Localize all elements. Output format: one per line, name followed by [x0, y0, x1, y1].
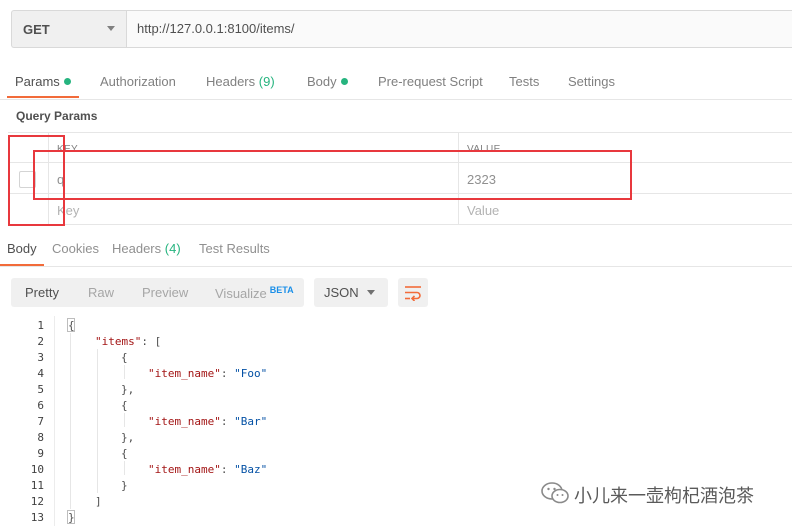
annotation-box-param-row	[33, 150, 632, 200]
wrap-lines-button[interactable]	[398, 278, 428, 307]
tab-body[interactable]: Body	[307, 74, 348, 89]
tab-tests[interactable]: Tests	[509, 74, 539, 89]
line-number: 13	[30, 511, 44, 524]
code-line: "item_name": "Foo"	[148, 367, 268, 380]
view-raw-button[interactable]: Raw	[88, 285, 114, 300]
line-number: 4	[37, 367, 44, 380]
query-params-title: Query Params	[16, 109, 98, 123]
gutter-border	[54, 316, 55, 526]
view-mode-group: Pretty Raw Preview Visualize BETA	[11, 278, 304, 307]
url-bar: GET http://127.0.0.1:8100/items/	[0, 0, 792, 60]
code-line: ]	[95, 495, 102, 508]
line-number: 9	[37, 447, 44, 460]
divider	[0, 99, 792, 100]
line-number: 11	[30, 479, 44, 492]
indent-guide	[124, 413, 125, 427]
tab-cookies[interactable]: Cookies	[52, 241, 99, 256]
view-pretty-button[interactable]: Pretty	[25, 285, 59, 300]
indent-guide	[70, 333, 71, 509]
tab-params[interactable]: Params	[15, 74, 71, 89]
line-number: 6	[37, 399, 44, 412]
tab-headers[interactable]: Headers (9)	[206, 74, 275, 89]
url-input[interactable]: http://127.0.0.1:8100/items/	[126, 10, 792, 48]
code-line: {	[68, 319, 75, 332]
line-number: 8	[37, 431, 44, 444]
code-line: "item_name": "Bar"	[148, 415, 268, 428]
line-number: 2	[37, 335, 44, 348]
method-select[interactable]: GET	[11, 10, 127, 48]
code-line: },	[121, 383, 135, 396]
divider	[0, 266, 792, 267]
tab-authorization[interactable]: Authorization	[100, 74, 176, 89]
tab-pre-request-script[interactable]: Pre-request Script	[378, 74, 483, 89]
line-number: 12	[30, 495, 44, 508]
line-number: 3	[37, 351, 44, 364]
response-tabs: Body Cookies Headers (4) Test Results	[0, 238, 792, 268]
line-number: 7	[37, 415, 44, 428]
wrap-lines-icon	[405, 286, 421, 301]
beta-badge: BETA	[269, 285, 294, 295]
code-line: }	[68, 511, 75, 524]
active-tab-indicator	[7, 96, 79, 98]
line-number: 1	[37, 319, 44, 332]
view-visualize-button[interactable]: Visualize BETA	[215, 285, 294, 301]
headers-count: (9)	[258, 74, 275, 89]
code-line: "items": [	[95, 335, 162, 348]
response-headers-count: (4)	[164, 241, 181, 256]
code-line: }	[121, 479, 128, 492]
code-line: "item_name": "Baz"	[148, 463, 268, 476]
chevron-down-icon	[367, 290, 375, 295]
wechat-icon	[541, 482, 569, 504]
code-line: },	[121, 431, 135, 444]
tab-test-results[interactable]: Test Results	[199, 241, 270, 256]
line-number: 5	[37, 383, 44, 396]
view-preview-button[interactable]: Preview	[142, 285, 188, 300]
tab-response-body[interactable]: Body	[7, 241, 37, 256]
request-tabs: Params Authorization Headers (9) Body Pr…	[0, 70, 792, 100]
params-status-dot	[63, 78, 71, 85]
body-status-dot	[340, 78, 348, 85]
code-line: {	[121, 447, 128, 460]
tab-response-headers[interactable]: Headers (4)	[112, 241, 181, 256]
code-line: {	[121, 399, 128, 412]
code-line: {	[121, 351, 128, 364]
chevron-down-icon	[107, 26, 115, 31]
format-label: JSON	[324, 285, 359, 300]
method-label: GET	[23, 22, 50, 37]
indent-guide	[97, 349, 98, 493]
indent-guide	[124, 365, 125, 379]
indent-guide	[124, 461, 125, 475]
tab-settings[interactable]: Settings	[568, 74, 615, 89]
watermark-text: 小儿来一壶枸杞酒泡茶	[574, 486, 754, 507]
format-select[interactable]: JSON	[314, 278, 388, 307]
line-number: 10	[30, 463, 44, 476]
